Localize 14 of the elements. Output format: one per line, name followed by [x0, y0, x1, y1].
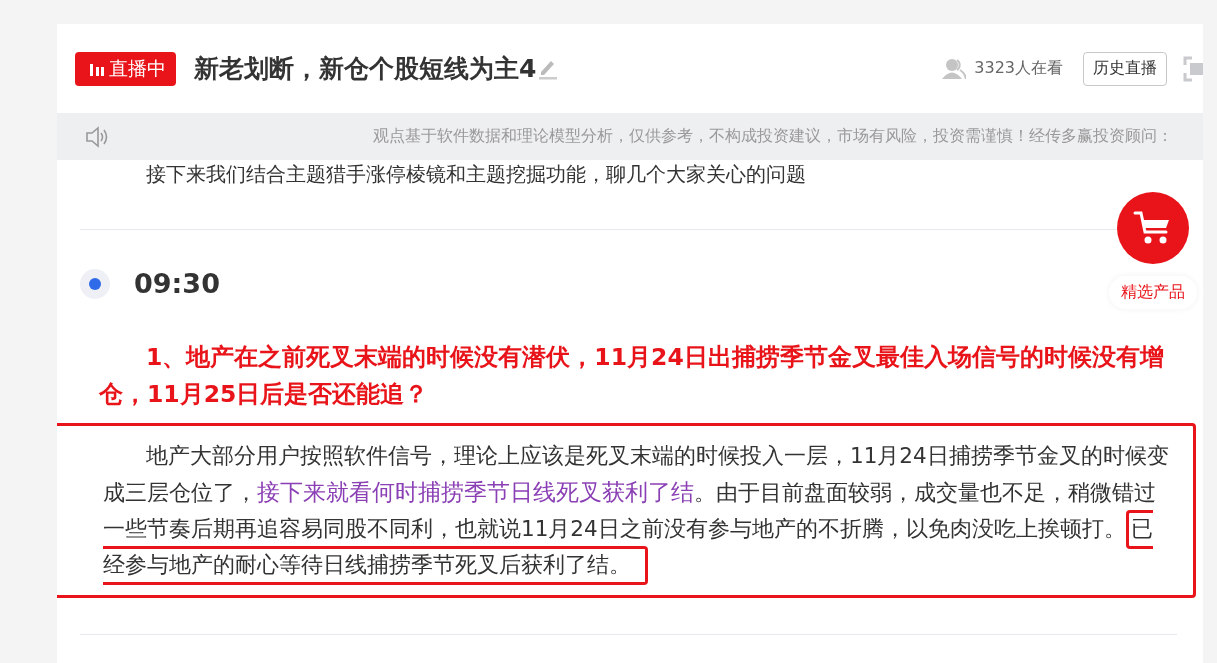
message-text: 接下来我们结合主题猎手涨停棱镜和主题挖掘功能，聊几个大家关心的问题 [146, 162, 807, 186]
featured-products-button[interactable]: 精选产品 [1109, 276, 1197, 309]
user-icon [942, 57, 967, 80]
signal-bars-icon [89, 61, 105, 76]
history-live-button[interactable]: 历史直播 [1083, 51, 1167, 86]
stream-title: 新老划断，新仓个股短线为主4 [194, 53, 537, 85]
timeline-dot-icon [80, 268, 110, 299]
disclaimer-text: 观点基于软件数据和理论模型分析，仅供参考，不构成投资建议，市场有风险，投资需谨慎！经传多赢投资顾问： [372, 126, 1173, 147]
live-label: 直播中 [109, 55, 166, 81]
viewer-count: 3323人在看 [974, 58, 1063, 79]
timestamp: 09:30 [134, 268, 220, 299]
fullscreen-icon[interactable] [1183, 55, 1203, 82]
answer-paragraph: 地产大部分用户按照软件信号，理论上应该是死叉末端的时候投入一层，11月24日捕捞季节金叉的时候变成三层仓位了，接下来就看何时捕捞季节日线死叉获利了结。由于目前盘面较弱，成交量也不足，稍微错过一些节奏后期再追容易同股不同利，也就说11月24日之前没有参与地产的不折腾，以免肉没吃上挨顿打。 已经参与地产的耐心等待日线捕捞季节死叉后获利了结。 [99, 432, 1185, 591]
question-heading: 1、地产在之前死叉末端的时候没有潜伏，11月24日出捕捞季节金叉最佳入场信号的时候没有增仓，11月25日后是否还能追？ [99, 342, 1165, 410]
